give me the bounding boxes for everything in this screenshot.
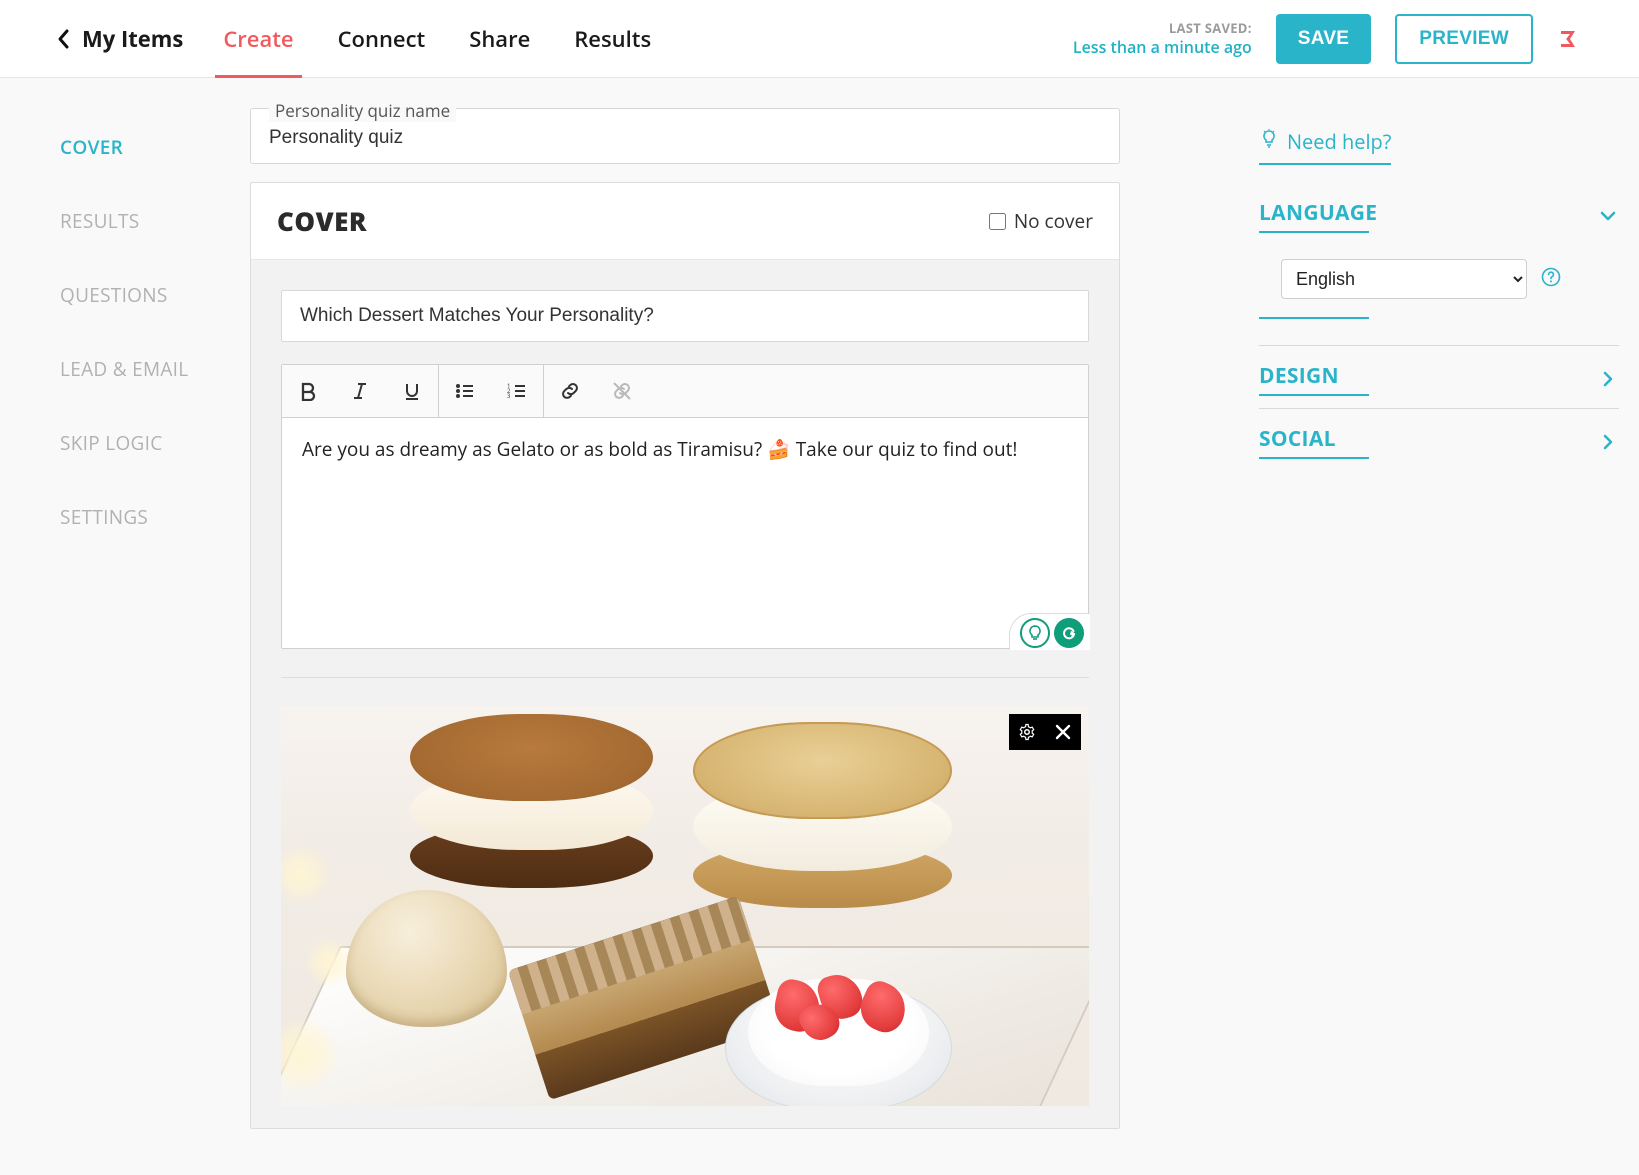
left-nav-lead-email-label: LEAD & EMAIL [60,356,188,382]
left-nav-skip-logic-label: SKIP LOGIC [60,430,163,456]
cover-image[interactable] [281,706,1089,1106]
left-nav-cover-label: COVER [60,134,123,160]
cover-title: COVER [277,203,367,239]
link-button[interactable] [544,365,596,417]
cover-block: COVER No cover [250,182,1120,1129]
lightbulb-icon [1259,128,1279,155]
quiz-name-label: Personality quiz name [269,99,456,122]
rte-assist-badges [1009,613,1090,650]
back-label: My Items [82,24,183,54]
cover-image-toolbar [1009,714,1081,750]
save-button-label: SAVE [1298,28,1350,50]
top-bar: My Items Create Connect Share Results LA… [0,0,1639,78]
save-status-time: Less than a minute ago [1073,37,1252,57]
bold-button[interactable] [282,365,334,417]
lightbulb-badge-icon[interactable] [1020,618,1050,648]
top-tabs: Create Connect Share Results [223,0,651,77]
left-nav-lead-email[interactable]: LEAD & EMAIL [60,356,250,382]
need-help-label: Need help? [1287,128,1391,155]
cover-divider [281,677,1089,678]
cover-headline-input[interactable] [281,290,1089,342]
editor: Personality quiz name COVER No cover [250,78,1120,1175]
social-panel: SOCIAL [1259,409,1619,471]
left-nav-cover[interactable]: COVER [60,134,250,160]
tab-share[interactable]: Share [469,0,530,77]
save-status: LAST SAVED: Less than a minute ago [1073,20,1252,56]
save-button[interactable]: SAVE [1276,14,1372,64]
help-circle-icon[interactable] [1541,267,1561,292]
preview-button-label: PREVIEW [1419,28,1509,50]
cover-body: 123 Are you as dre [251,260,1119,1128]
rich-text-editor: 123 Are you as dre [281,364,1089,649]
unlink-button [596,365,648,417]
svg-text:3: 3 [507,392,511,400]
preview-button[interactable]: PREVIEW [1395,14,1533,64]
no-cover-checkbox[interactable] [989,213,1006,230]
back-to-items[interactable]: My Items [56,24,183,54]
quiz-name-input[interactable] [269,121,1101,149]
chevron-right-icon [1597,431,1619,453]
left-nav: COVER RESULTS QUESTIONS LEAD & EMAIL SKI… [0,78,250,1175]
brand-icon [1557,26,1583,52]
social-panel-header[interactable]: SOCIAL [1259,409,1619,469]
topbar-right: LAST SAVED: Less than a minute ago SAVE … [1073,14,1583,64]
language-panel: LANGUAGE English [1259,183,1619,346]
right-panel: Need help? LANGUAGE English [1219,78,1639,1175]
underline-button[interactable] [386,365,438,417]
tab-create[interactable]: Create [223,0,293,77]
no-cover-toggle[interactable]: No cover [989,208,1093,234]
left-nav-questions[interactable]: QUESTIONS [60,282,250,308]
tab-share-label: Share [469,24,530,54]
save-status-label: LAST SAVED: [1073,20,1252,36]
no-cover-label: No cover [1014,208,1093,234]
quiz-name-field[interactable]: Personality quiz name [250,108,1120,164]
tab-results[interactable]: Results [574,0,651,77]
design-panel-header[interactable]: DESIGN [1259,346,1619,406]
left-nav-skip-logic[interactable]: SKIP LOGIC [60,430,250,456]
language-panel-title: LANGUAGE [1259,199,1377,233]
chevron-right-icon [1597,368,1619,390]
chevron-down-icon [1597,205,1619,227]
tab-results-label: Results [574,24,651,54]
rte-toolbar: 123 [282,365,1088,418]
need-help-link[interactable]: Need help? [1259,128,1391,165]
design-panel: DESIGN [1259,346,1619,409]
tab-connect[interactable]: Connect [338,0,426,77]
italic-button[interactable] [334,365,386,417]
language-panel-body: English [1259,243,1619,345]
tab-connect-label: Connect [338,24,426,54]
grammarly-badge-icon[interactable] [1054,618,1084,648]
language-select[interactable]: English [1281,259,1527,299]
chevron-left-icon [56,28,72,50]
image-settings-button[interactable] [1009,714,1045,750]
social-panel-title: SOCIAL [1259,425,1336,459]
image-remove-button[interactable] [1045,714,1081,750]
left-nav-settings-label: SETTINGS [60,504,148,530]
rte-textarea[interactable]: Are you as dreamy as Gelato or as bold a… [282,418,1088,648]
left-nav-results[interactable]: RESULTS [60,208,250,234]
language-panel-header[interactable]: LANGUAGE [1259,183,1619,243]
ordered-list-button[interactable]: 123 [491,365,543,417]
left-nav-results-label: RESULTS [60,208,139,234]
left-nav-questions-label: QUESTIONS [60,282,168,308]
cover-header: COVER No cover [251,183,1119,260]
tab-create-label: Create [223,24,293,54]
design-panel-title: DESIGN [1259,362,1339,396]
rte-text: Are you as dreamy as Gelato or as bold a… [302,436,1017,462]
unordered-list-button[interactable] [439,365,491,417]
left-nav-settings[interactable]: SETTINGS [60,504,250,530]
